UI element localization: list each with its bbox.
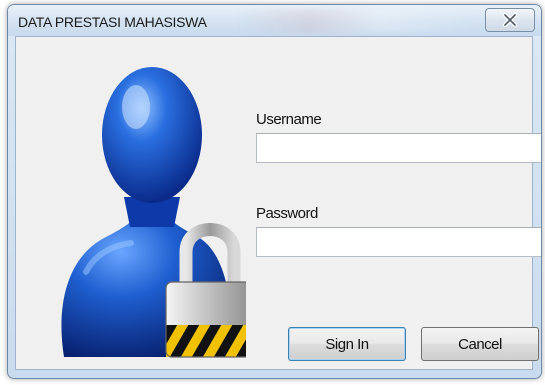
user-with-padlock-icon (61, 67, 246, 358)
close-button[interactable] (485, 8, 535, 32)
password-label: Password (256, 205, 318, 222)
username-input[interactable] (256, 133, 541, 163)
title-bar[interactable]: DATA PRESTASI MAHASISWA (8, 5, 541, 36)
sign-in-button[interactable]: Sign In (288, 327, 406, 361)
close-x-icon (503, 13, 517, 27)
cancel-button[interactable]: Cancel (421, 327, 539, 361)
username-label: Username (256, 111, 322, 128)
login-window: DATA PRESTASI MAHASISWA Username Passwor… (7, 4, 542, 379)
dialog-content: Username Password Sign In Cancel (15, 36, 541, 370)
window-title: DATA PRESTASI MAHASISWA (18, 14, 207, 30)
password-input[interactable] (256, 227, 541, 257)
title-bar-background-blur (238, 9, 478, 33)
